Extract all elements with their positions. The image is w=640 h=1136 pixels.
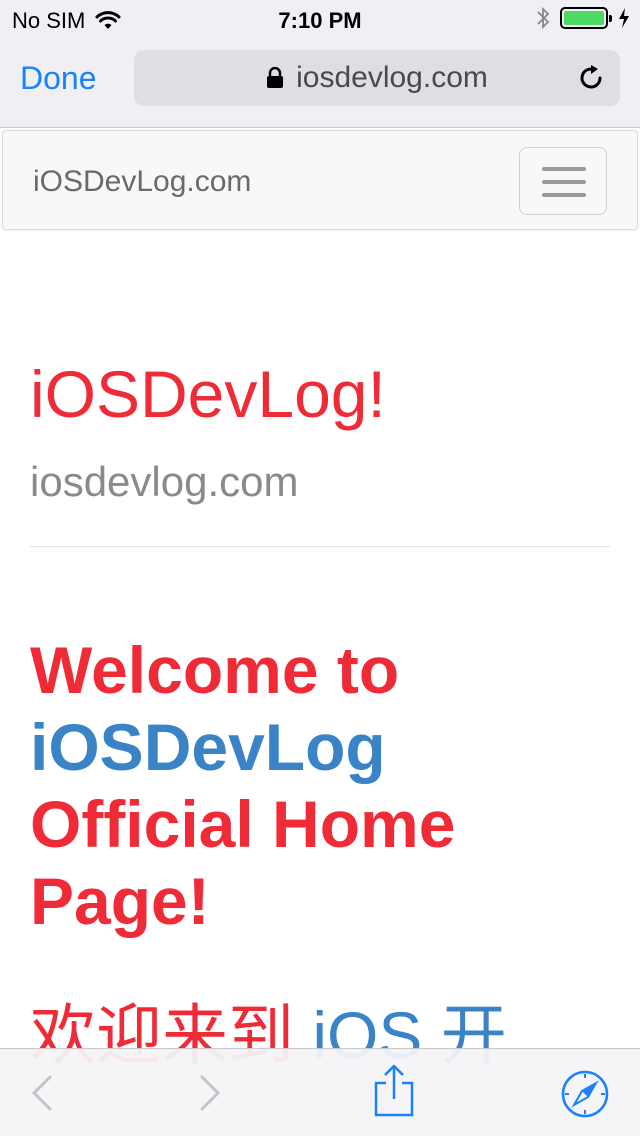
charging-icon [619, 8, 629, 28]
address-bar[interactable]: iosdevlog.com [134, 50, 620, 106]
welcome-suffix: Official Home Page! [30, 787, 456, 938]
hamburger-bar [542, 167, 586, 171]
hamburger-bar [542, 180, 586, 184]
navbar-brand-link[interactable]: iOSDevLog.com [33, 165, 251, 199]
hamburger-icon[interactable] [519, 147, 607, 215]
bluetooth-icon [537, 6, 550, 30]
url-text: iosdevlog.com [296, 61, 488, 94]
status-bar: No SIM 7:10 PM [0, 0, 640, 40]
welcome-heading: Welcome to iOSDevLog Official Home Page! [30, 632, 620, 940]
bottom-toolbar [0, 1048, 640, 1136]
reload-icon[interactable] [576, 63, 606, 93]
page-heading: iOSDevLog! [30, 357, 386, 431]
status-right [536, 6, 630, 30]
hamburger-bar [542, 193, 586, 197]
battery-fill [564, 11, 604, 25]
welcome-highlight: iOSDevLog [30, 710, 386, 784]
site-navbar: iOSDevLog.com [2, 130, 638, 230]
page-subtitle: iosdevlog.com [30, 458, 299, 505]
battery-tip [609, 15, 612, 22]
welcome-prefix: Welcome to [30, 633, 400, 707]
back-icon[interactable] [28, 1073, 56, 1113]
browser-toolbar: Done iosdevlog.com [0, 40, 640, 128]
share-icon[interactable] [372, 1063, 416, 1119]
done-button[interactable]: Done [20, 60, 97, 97]
safari-compass-icon[interactable] [560, 1069, 610, 1119]
battery-icon [560, 7, 612, 29]
content-divider [30, 546, 610, 547]
forward-icon[interactable] [196, 1073, 224, 1113]
address-content: iosdevlog.com [134, 50, 620, 106]
lock-icon [267, 67, 284, 88]
